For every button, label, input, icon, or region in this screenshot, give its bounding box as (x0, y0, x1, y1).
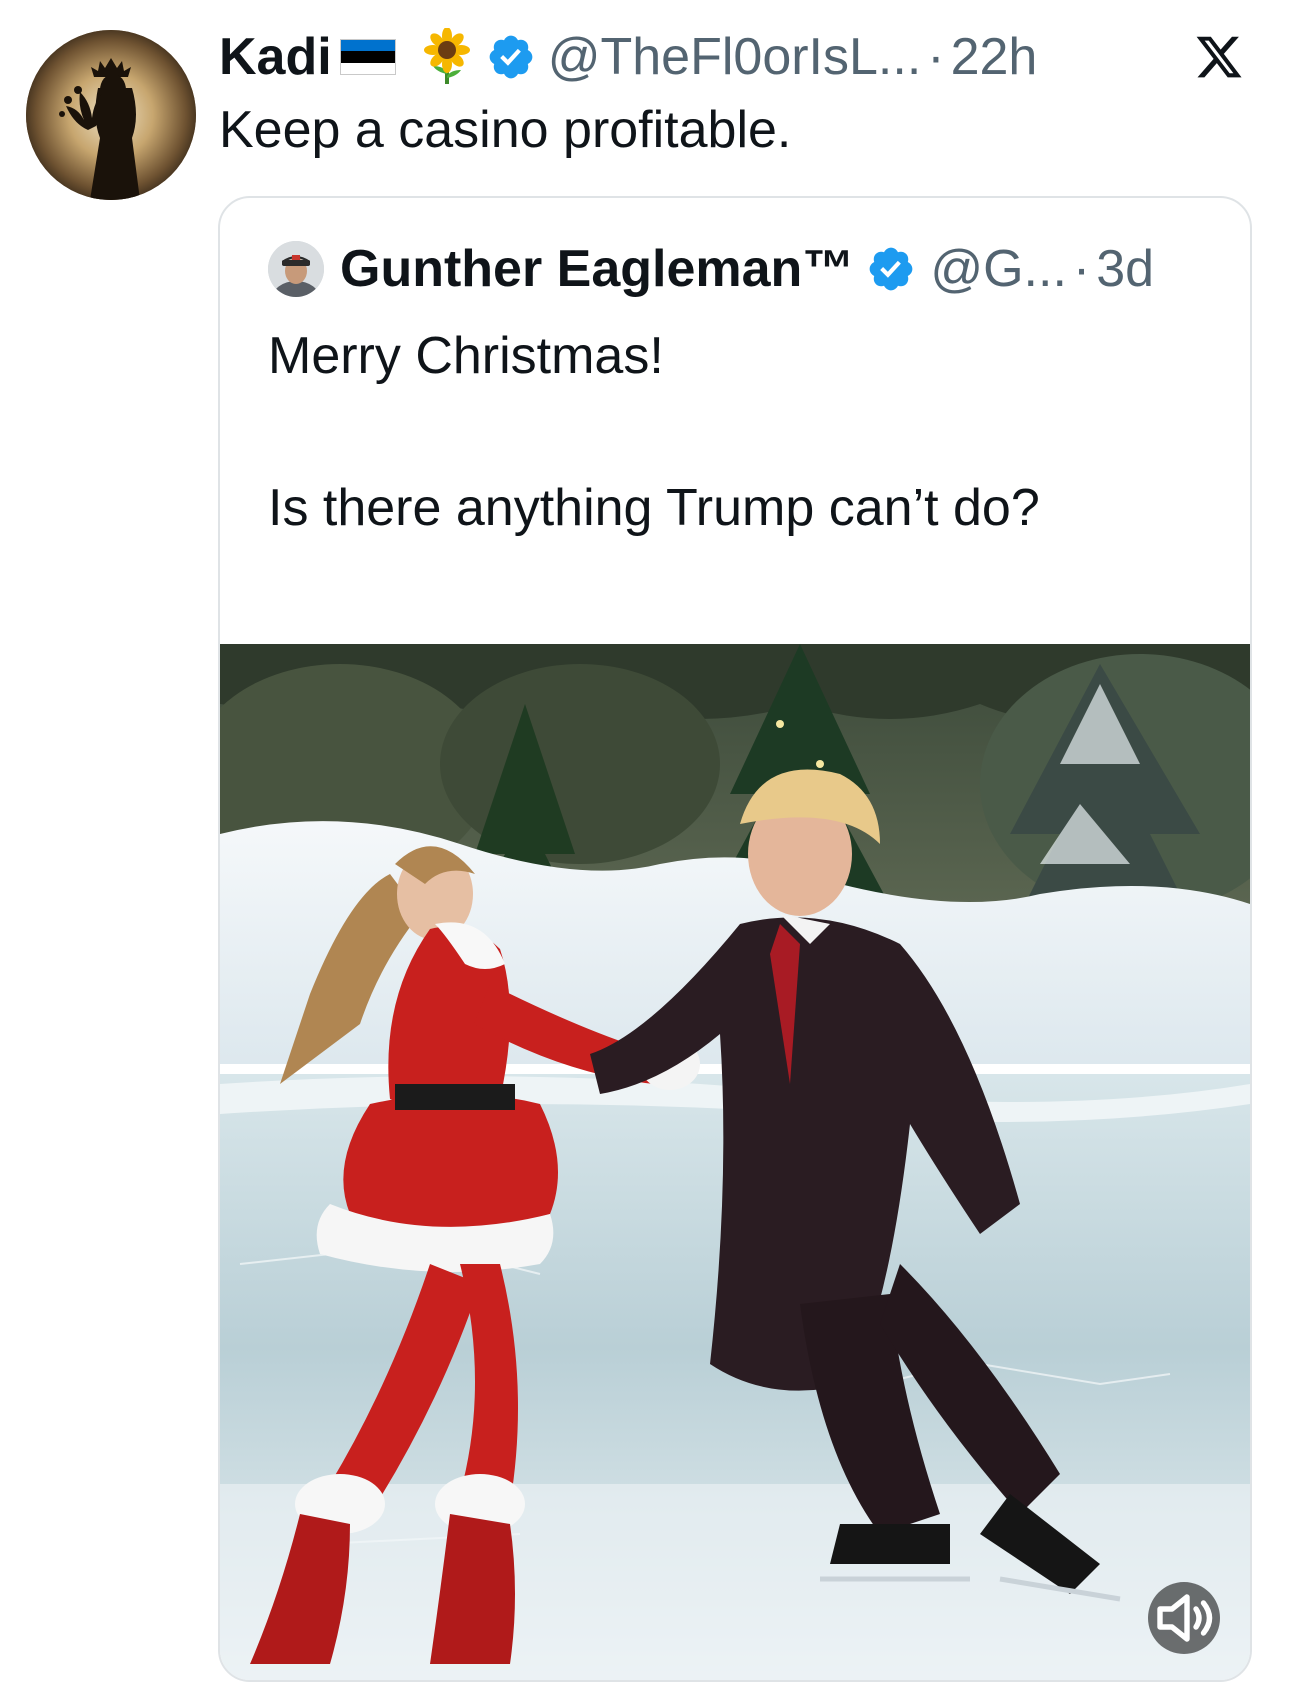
quoted-tweet-card[interactable]: Gunther Eagleman™ @G... · 3d Merry Chris… (218, 196, 1252, 1682)
avatar-image (26, 30, 196, 200)
volume-button[interactable] (1148, 1582, 1220, 1654)
quoted-tweet-header: Gunther Eagleman™ @G... · 3d (268, 236, 1154, 302)
quoted-author-handle[interactable]: @G... (930, 239, 1067, 299)
quoted-author-avatar[interactable] (268, 241, 324, 297)
author-handle[interactable]: @TheFl0orIsL... (548, 27, 922, 87)
sunflower-icon (423, 28, 470, 84)
author-avatar[interactable] (26, 30, 196, 200)
quoted-verified-badge-icon[interactable] (866, 244, 916, 294)
quoted-separator-dot: · (1072, 240, 1091, 298)
video-frame-image (220, 644, 1250, 1680)
author-display-name[interactable]: Kadi (219, 27, 332, 87)
video-thumbnail[interactable] (220, 644, 1250, 1680)
speaker-muted-icon (1157, 1594, 1213, 1642)
tweet-header: Kadi @TheFl0orIsL... · 22h (219, 22, 1037, 92)
separator-dot: · (927, 28, 945, 86)
quoted-avatar-image (268, 241, 324, 297)
estonia-flag-icon (339, 39, 396, 75)
verified-badge-icon[interactable] (486, 32, 536, 82)
quoted-text-line: Is there anything Trump can’t do? (268, 479, 1040, 537)
quoted-timestamp[interactable]: 3d (1096, 239, 1154, 299)
quoted-author-display-name[interactable]: Gunther Eagleman™ (340, 239, 854, 299)
tweet-text: Keep a casino profitable. (219, 101, 792, 159)
quoted-text-line: Merry Christmas! (268, 327, 664, 385)
tweet[interactable]: Kadi @TheFl0orIsL... · 22h Keep a casino… (0, 0, 1290, 1708)
post-timestamp[interactable]: 22h (951, 27, 1038, 87)
x-logo-icon[interactable] (1192, 32, 1246, 82)
